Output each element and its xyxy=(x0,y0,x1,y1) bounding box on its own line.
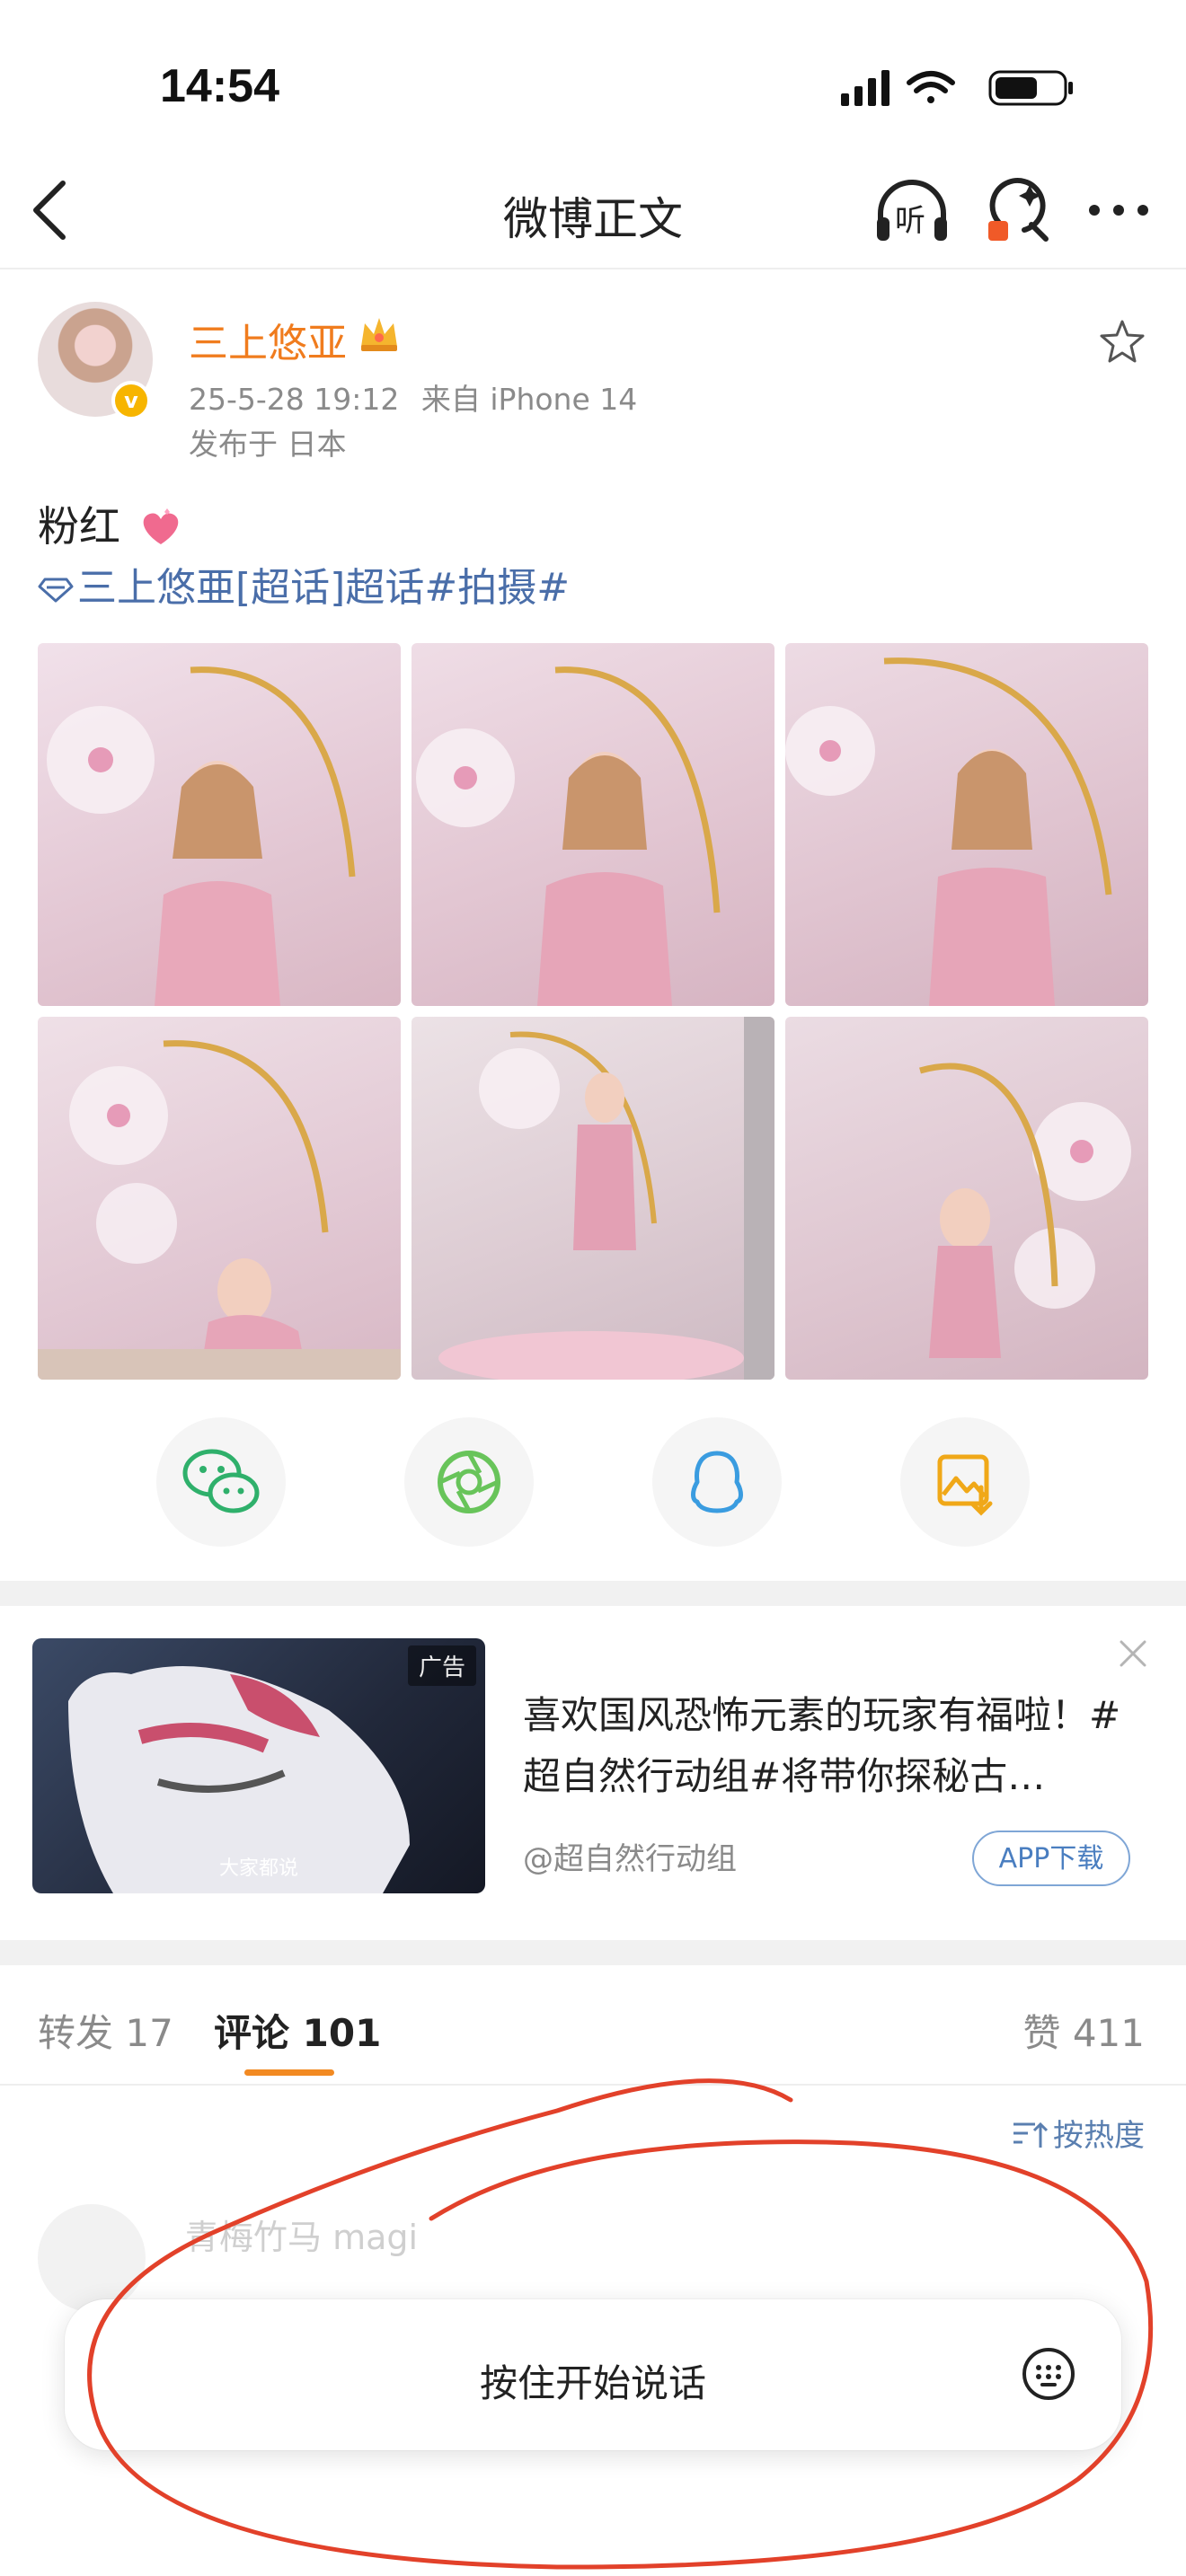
photo-2[interactable] xyxy=(412,643,774,1006)
qq-icon xyxy=(691,1451,743,1513)
photo-4-image xyxy=(38,1040,401,1380)
comment-author[interactable]: 青梅竹马 magi xyxy=(185,2210,418,2259)
share-wechat-button[interactable] xyxy=(156,1417,286,1547)
sort-icon xyxy=(1013,2122,1049,2148)
photo-6[interactable] xyxy=(785,1017,1148,1380)
tab-repost[interactable]: 转发 17 xyxy=(38,2003,173,2058)
close-ad-icon[interactable] xyxy=(1118,1638,1148,1669)
hold-to-talk-label[interactable]: 按住开始说话 xyxy=(65,2353,1121,2408)
ad-source: @超自然行动组 xyxy=(523,1841,737,1877)
post-text: 粉红 xyxy=(38,494,184,553)
supertopic-diamond-icon xyxy=(38,578,74,603)
wifi-icon xyxy=(907,71,955,103)
post-meta: 25-5-28 19:12 来自 iPhone 14 xyxy=(189,375,637,419)
app-download-button[interactable]: APP下载 xyxy=(972,1831,1130,1886)
ad-thumbnail[interactable]: 广告 大家都说 xyxy=(32,1638,485,1893)
tab-comments[interactable]: 评论 101 xyxy=(214,2003,381,2058)
share-qq-button[interactable] xyxy=(652,1417,782,1547)
battery-icon xyxy=(988,70,1073,106)
nav-divider xyxy=(0,268,1186,269)
section-separator xyxy=(0,1581,1186,1606)
topic-text: 三上悠亜[超话]超话#拍摄# xyxy=(77,565,571,611)
search-screen-icon[interactable] xyxy=(985,176,1051,248)
listen-button[interactable]: 听 xyxy=(873,176,951,248)
save-image-button[interactable] xyxy=(900,1417,1030,1547)
verified-badge: v xyxy=(111,381,151,420)
ad-tag: 广告 xyxy=(407,1645,476,1686)
photo-5-image xyxy=(438,1017,774,1380)
tabs-divider xyxy=(0,2084,1186,2086)
photo-6-image xyxy=(919,1063,1131,1358)
moments-icon xyxy=(438,1451,500,1513)
wechat-icon xyxy=(182,1449,260,1513)
tab-likes[interactable]: 赞 411 xyxy=(1022,2003,1145,2058)
favorite-star-icon[interactable] xyxy=(1098,318,1146,365)
ad-thumb-caption: 大家都说 xyxy=(218,1857,298,1880)
share-moments-button[interactable] xyxy=(404,1417,534,1547)
photo-3-image xyxy=(785,657,1112,1006)
more-icon[interactable] xyxy=(1087,199,1150,221)
keyboard-icon[interactable] xyxy=(1021,2346,1076,2402)
photo-1-image xyxy=(47,666,356,1006)
status-time: 14:54 xyxy=(160,60,279,112)
author-name[interactable]: 三上悠亚 xyxy=(189,311,347,368)
photo-5[interactable] xyxy=(412,1017,774,1380)
post-source: 来自 iPhone 14 xyxy=(420,382,638,417)
post-text-body: 粉红 xyxy=(38,502,120,551)
crown-icon xyxy=(361,318,397,351)
photo-2-image xyxy=(416,666,721,1006)
pink-heart-emoji-icon xyxy=(143,508,178,544)
photo-1[interactable] xyxy=(38,643,401,1006)
section-separator xyxy=(0,1940,1186,1965)
topic-link[interactable]: 三上悠亜[超话]超话#拍摄# xyxy=(38,555,570,613)
post-timestamp: 25-5-28 19:12 xyxy=(189,382,400,417)
save-image-icon xyxy=(937,1454,993,1516)
status-indicators xyxy=(841,70,1073,106)
post-location: 发布于 日本 xyxy=(189,427,347,462)
sort-button[interactable]: 按热度 xyxy=(1012,2111,1145,2155)
sort-label: 按热度 xyxy=(1053,2118,1145,2154)
comment-avatar[interactable] xyxy=(38,2204,146,2312)
listen-label: 听 xyxy=(895,203,925,239)
cellular-signal-icon xyxy=(841,70,890,106)
photo-4[interactable] xyxy=(38,1017,401,1380)
tab-active-indicator xyxy=(244,2069,334,2076)
ad-title[interactable]: 喜欢国风恐怖元素的玩家有福啦！#超自然行动组#将带你探秘古… xyxy=(523,1685,1134,1807)
photo-3[interactable] xyxy=(785,643,1148,1006)
